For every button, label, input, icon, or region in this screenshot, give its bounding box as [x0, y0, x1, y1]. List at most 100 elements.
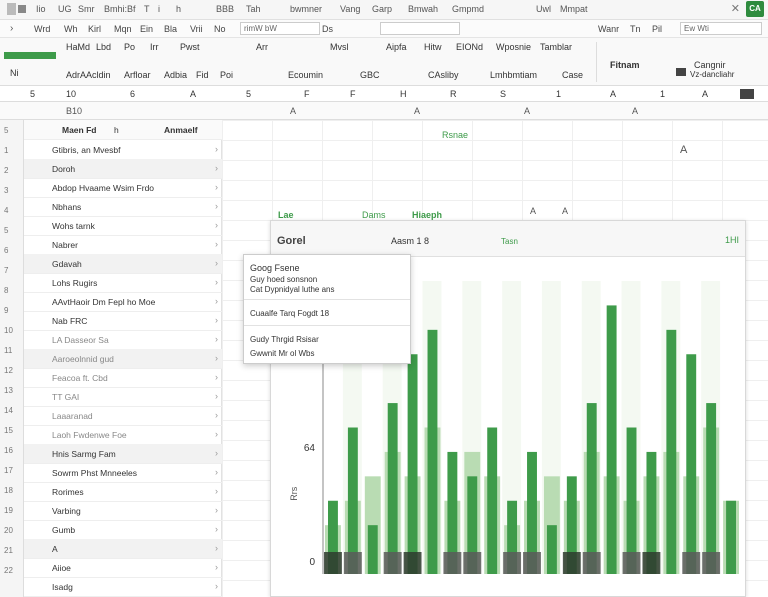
close-icon[interactable]: ✕ [731, 2, 740, 15]
row-number[interactable]: 20 [4, 526, 13, 535]
popup-line[interactable]: Cat Dypnidyal luthe ans [250, 285, 335, 294]
list-item[interactable]: TT GAI › [24, 387, 222, 407]
cell-text[interactable]: Dams [362, 210, 386, 220]
chevron-right-icon[interactable]: › [215, 562, 218, 572]
list-item[interactable]: Aiioe › [24, 558, 222, 578]
ribbon-label[interactable]: AdrAAcldin [66, 70, 111, 80]
list-item[interactable]: Nab FRC › [24, 311, 222, 331]
toolbar-item[interactable]: Wh [64, 24, 78, 34]
row-number[interactable]: 6 [4, 246, 8, 255]
menu-item[interactable]: Garp [372, 4, 392, 14]
ribbon-label[interactable]: Lmhbmtiam [490, 70, 537, 80]
chevron-right-icon[interactable]: › [215, 486, 218, 496]
cell-text[interactable]: A [680, 144, 687, 156]
list-item[interactable]: Abdop Hvaame Wsim Frdo › [24, 178, 222, 198]
chevron-right-icon[interactable]: › [215, 220, 218, 230]
row-number[interactable]: 2 [4, 166, 8, 175]
chart-bar[interactable] [407, 354, 418, 574]
row-number[interactable]: 3 [4, 186, 8, 195]
menu-item[interactable]: Bmhi:Bf [104, 4, 136, 14]
cell-text[interactable]: A [530, 206, 536, 216]
chart-bar[interactable] [706, 403, 717, 574]
cell-text[interactable]: Rsnae [442, 130, 468, 140]
row-number[interactable]: 9 [4, 306, 8, 315]
menu-item[interactable]: Gmpmd [452, 4, 484, 14]
name-box[interactable]: B10 [66, 106, 82, 116]
context-popup[interactable]: Goog Fsene Guy hoed sonsnon Cat Dypnidya… [243, 254, 411, 364]
list-item[interactable]: Gdavah › [24, 254, 222, 274]
row-number[interactable]: 7 [4, 266, 8, 275]
menu-item[interactable]: Iio [36, 4, 46, 14]
toolbar-item[interactable]: Vrii [190, 24, 203, 34]
cell-text[interactable]: Hiaeph [412, 210, 442, 220]
ribbon-label[interactable]: Fid [196, 70, 209, 80]
list-item[interactable]: Gtibris, an Mvesbf › [24, 140, 222, 160]
row-number[interactable]: 15 [4, 426, 13, 435]
font-name-field[interactable]: rimW bW [240, 22, 320, 35]
popup-line[interactable]: Cuaalfe Tarq Fogdt 18 [250, 309, 329, 318]
popup-line[interactable]: Gudy Thrgid Rsisar [250, 335, 319, 344]
row-number[interactable]: 11 [4, 346, 12, 355]
ribbon-label[interactable]: Mvsl [330, 42, 349, 52]
toolbar-item[interactable]: Kirl [88, 24, 101, 34]
list-item[interactable]: Laoh Fwdenwe Foe › [24, 425, 222, 445]
ribbon-label[interactable]: HaMd [66, 42, 90, 52]
menu-item[interactable]: Uwl [536, 4, 551, 14]
list-item[interactable]: Rorimes › [24, 482, 222, 502]
toolbar-item[interactable]: Pil [652, 24, 662, 34]
chevron-right-icon[interactable]: › [215, 296, 218, 306]
chevron-right-icon[interactable]: › [215, 201, 218, 211]
toolbar-item[interactable]: Mqn [114, 24, 132, 34]
toolbar-icon[interactable] [676, 68, 686, 76]
row-number[interactable]: 22 [4, 566, 13, 575]
toolbar-item[interactable]: Tn [630, 24, 641, 34]
ribbon-label[interactable]: Irr [150, 42, 159, 52]
chevron-right-icon[interactable]: › [215, 467, 218, 477]
row-number[interactable]: 18 [4, 486, 13, 495]
row-number[interactable]: 16 [4, 446, 13, 455]
menu-item[interactable]: h [176, 4, 181, 14]
list-item[interactable]: Sowrm Phst Mnneeles › [24, 463, 222, 483]
chart-bar[interactable] [487, 427, 498, 575]
ribbon-label[interactable]: Ni [10, 68, 19, 78]
row-number[interactable]: 17 [4, 466, 13, 475]
ribbon-label[interactable]: Fitnam [610, 60, 640, 70]
chevron-right-icon[interactable]: › [215, 543, 218, 553]
chevron-right-icon[interactable]: › [215, 144, 218, 154]
ribbon-label[interactable]: GBC [360, 70, 380, 80]
toolbar-item[interactable]: Ein [140, 24, 153, 34]
column-label[interactable]: A [290, 106, 296, 116]
row-number[interactable]: 5 [4, 126, 8, 135]
chart-bar[interactable] [387, 403, 398, 574]
list-item[interactable]: A › [24, 539, 222, 559]
toolbar-item[interactable]: Wrd [34, 24, 50, 34]
chart-bar[interactable] [686, 354, 697, 574]
row-number[interactable]: 1 [4, 146, 8, 155]
chart-bar[interactable] [586, 403, 597, 574]
font-size-field[interactable] [380, 22, 460, 35]
chart-range[interactable]: Aasm 1 8 [391, 236, 429, 246]
list-item[interactable]: Hnis Sarmg Fam › [24, 444, 222, 464]
menu-item[interactable]: Smr [78, 4, 95, 14]
chevron-right-icon[interactable]: › [215, 182, 218, 192]
chevron-right-icon[interactable]: › [215, 429, 218, 439]
chevron-right-icon[interactable]: › [215, 581, 218, 591]
search-field[interactable]: Ew Wti [680, 22, 762, 35]
chart-bar[interactable] [726, 500, 736, 574]
menu-item[interactable]: i [158, 4, 160, 14]
list-item[interactable]: Laaaranad › [24, 406, 222, 426]
menu-item[interactable]: Mmpat [560, 4, 588, 14]
app-logo-icon[interactable] [6, 2, 28, 16]
menu-item[interactable]: T [144, 4, 150, 14]
list-item[interactable]: Lohs Rugirs › [24, 273, 222, 293]
row-number[interactable]: 12 [4, 366, 13, 375]
chevron-right-icon[interactable]: › [215, 505, 218, 515]
list-item[interactable]: Varbing › [24, 501, 222, 521]
ribbon-label[interactable]: Tamblar [540, 42, 572, 52]
list-item[interactable]: LA Dasseor Sa › [24, 330, 222, 350]
chart-bar[interactable] [427, 329, 438, 574]
chevron-right-icon[interactable]: › [215, 277, 218, 287]
chevron-right-icon[interactable]: › [215, 258, 218, 268]
ribbon-label[interactable]: Arfloar [124, 70, 151, 80]
account-badge[interactable]: CA [746, 1, 764, 17]
